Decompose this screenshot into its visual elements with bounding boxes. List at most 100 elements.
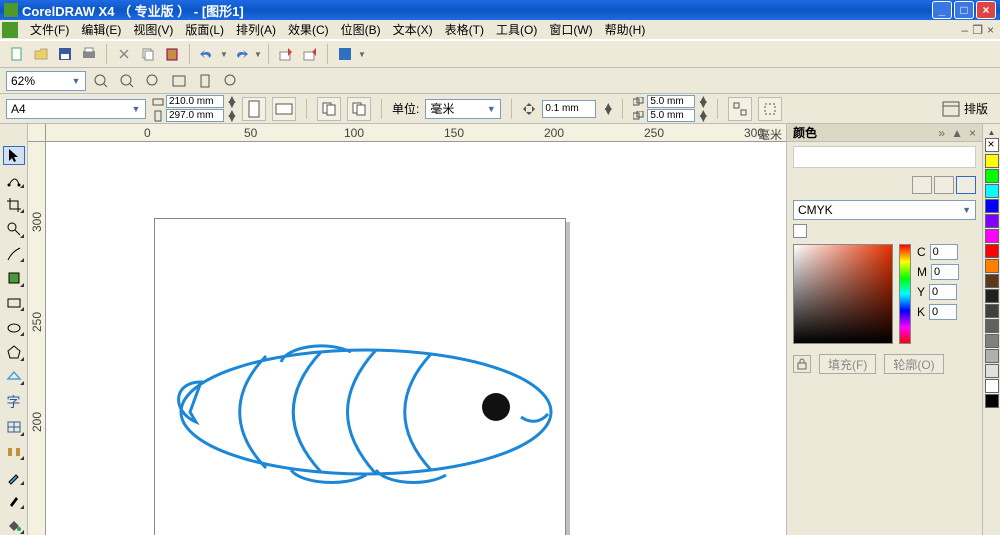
units-combo[interactable]: 毫米 ▼ [425, 99, 501, 119]
page-width-input[interactable] [166, 95, 224, 108]
new-button[interactable] [6, 43, 28, 65]
landscape-button[interactable] [272, 97, 296, 121]
all-pages-button[interactable] [317, 97, 341, 121]
zoom-in-button[interactable] [90, 70, 112, 92]
shape-tool[interactable] [3, 171, 25, 190]
redo-dropdown[interactable]: ▼ [254, 50, 262, 59]
dup-x-input[interactable] [647, 95, 695, 108]
menu-text[interactable]: 文本(X) [387, 19, 439, 40]
zoom-tool[interactable] [3, 220, 25, 239]
y-input[interactable] [929, 284, 957, 300]
docker-close-icon[interactable]: × [969, 126, 976, 140]
palette-swatch[interactable] [985, 319, 999, 333]
palette-swatch[interactable] [985, 214, 999, 228]
docker-title-bar[interactable]: 颜色 » ▲ × [787, 124, 982, 142]
dup-x-spinner[interactable]: ▲▼ [697, 97, 707, 107]
palette-swatch[interactable] [985, 364, 999, 378]
c-input[interactable] [930, 244, 958, 260]
canvas[interactable] [46, 142, 786, 535]
freehand-tool[interactable] [3, 245, 25, 264]
outline-tool[interactable] [3, 492, 25, 511]
palette-swatch[interactable] [985, 199, 999, 213]
k-input[interactable] [929, 304, 957, 320]
redo-button[interactable] [230, 43, 252, 65]
docker-collapse-icon[interactable]: ▲ [951, 126, 963, 140]
interactive-tool[interactable] [3, 443, 25, 462]
open-button[interactable] [30, 43, 52, 65]
palette-swatch[interactable] [985, 259, 999, 273]
polygon-tool[interactable] [3, 343, 25, 362]
page-size-combo[interactable]: A4 ▼ [6, 99, 146, 119]
cut-button[interactable] [113, 43, 135, 65]
dup-y-input[interactable] [647, 109, 695, 122]
zoom-page-button[interactable] [194, 70, 216, 92]
layout-label[interactable]: 排版 [964, 100, 988, 117]
nudge-spinner[interactable]: ▲▼ [602, 104, 612, 114]
rectangle-tool[interactable] [3, 294, 25, 313]
dynamic-guides-button[interactable] [758, 97, 782, 121]
app-launcher-button[interactable] [334, 43, 356, 65]
smart-fill-tool[interactable] [3, 269, 25, 288]
palette-swatch[interactable] [985, 394, 999, 408]
menu-window[interactable]: 窗口(W) [543, 19, 598, 40]
export-button[interactable] [299, 43, 321, 65]
paste-button[interactable] [161, 43, 183, 65]
palettes-tab[interactable] [934, 176, 954, 194]
palette-swatch[interactable] [985, 184, 999, 198]
hue-slider[interactable] [899, 244, 911, 344]
save-button[interactable] [54, 43, 76, 65]
text-tool[interactable]: 字 [3, 392, 25, 412]
nudge-input[interactable] [542, 100, 596, 118]
zoom-selection-button[interactable] [142, 70, 164, 92]
docker-expand-icon[interactable]: » [938, 126, 945, 140]
zoom-out-button[interactable] [116, 70, 138, 92]
portrait-button[interactable] [242, 97, 266, 121]
ellipse-tool[interactable] [3, 318, 25, 337]
ruler-origin[interactable] [28, 124, 46, 142]
undo-button[interactable] [196, 43, 218, 65]
import-button[interactable] [275, 43, 297, 65]
palette-swatch[interactable] [985, 304, 999, 318]
mdi-minimize-button[interactable]: – [962, 23, 969, 37]
width-spinner[interactable]: ▲▼ [226, 97, 236, 107]
mixers-tab[interactable] [956, 176, 976, 194]
minimize-button[interactable]: _ [932, 1, 952, 19]
palette-swatch[interactable] [985, 379, 999, 393]
color-model-combo[interactable]: CMYK ▼ [793, 200, 976, 220]
horizontal-ruler[interactable]: 0 50 100 150 200 250 300 毫米 [46, 124, 786, 142]
menu-table[interactable]: 表格(T) [439, 19, 490, 40]
height-spinner[interactable]: ▲▼ [226, 111, 236, 121]
palette-swatch[interactable] [985, 349, 999, 363]
menu-view[interactable]: 视图(V) [127, 19, 179, 40]
m-input[interactable] [931, 264, 959, 280]
dup-y-spinner[interactable]: ▲▼ [697, 111, 707, 121]
copy-button[interactable] [137, 43, 159, 65]
saturation-brightness-picker[interactable] [793, 244, 893, 344]
mdi-restore-button[interactable]: ❐ [972, 23, 983, 37]
palette-swatch[interactable] [985, 289, 999, 303]
current-page-button[interactable] [347, 97, 371, 121]
fill-button[interactable]: 填充(F) [819, 354, 876, 374]
palette-swatch[interactable] [985, 229, 999, 243]
sliders-tab[interactable] [912, 176, 932, 194]
fish-drawing[interactable] [166, 312, 566, 502]
palette-swatch[interactable] [985, 169, 999, 183]
mdi-close-button[interactable]: × [987, 23, 994, 37]
eyedropper-tool[interactable] [3, 467, 25, 486]
menu-edit[interactable]: 编辑(E) [75, 19, 127, 40]
menu-file[interactable]: 文件(F) [24, 19, 75, 40]
palette-swatch[interactable] [985, 154, 999, 168]
zoom-combo[interactable]: 62% ▼ [6, 71, 86, 91]
undo-dropdown[interactable]: ▼ [220, 50, 228, 59]
print-button[interactable] [78, 43, 100, 65]
crop-tool[interactable] [3, 195, 25, 214]
menu-arrange[interactable]: 排列(A) [230, 19, 282, 40]
vertical-ruler[interactable]: 300 250 200 [28, 142, 46, 535]
menu-tools[interactable]: 工具(O) [490, 19, 543, 40]
zoom-all-button[interactable] [168, 70, 190, 92]
menu-effects[interactable]: 效果(C) [282, 19, 335, 40]
zoom-width-button[interactable] [220, 70, 242, 92]
snap-options-button[interactable] [728, 97, 752, 121]
basic-shapes-tool[interactable] [3, 368, 25, 387]
menu-layout[interactable]: 版面(L) [179, 19, 230, 40]
